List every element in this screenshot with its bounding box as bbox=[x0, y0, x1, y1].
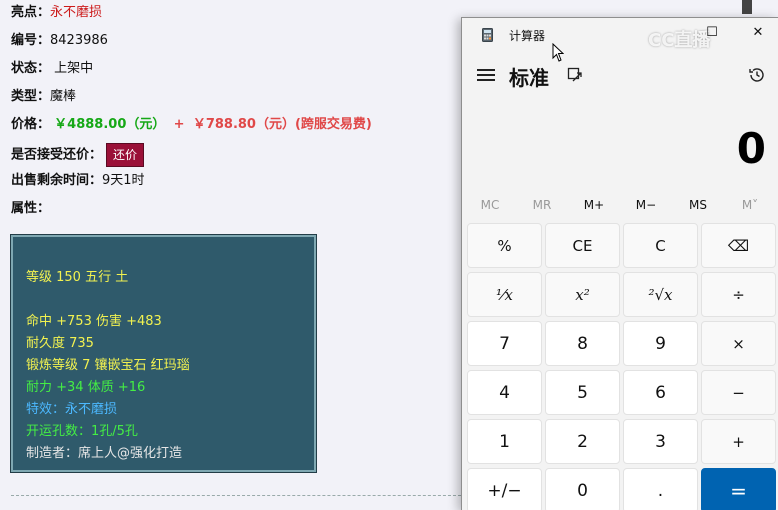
highlight-row: 亮点：永不磨损 bbox=[11, 4, 102, 22]
divide-button[interactable]: ÷ bbox=[701, 272, 776, 317]
price-main: ￥4888.00（元） bbox=[54, 117, 166, 132]
offer-button[interactable]: 还价 bbox=[106, 143, 145, 167]
memory-clear-button[interactable]: MC bbox=[468, 198, 512, 212]
type-row: 类型：魔棒 bbox=[11, 88, 76, 106]
memory-list-button[interactable]: M˅ bbox=[728, 198, 772, 212]
memory-subtract-button[interactable]: M− bbox=[624, 198, 668, 212]
price-fee: ￥788.80（元）(跨服交易费) bbox=[192, 117, 372, 132]
digit-4-button[interactable]: 4 bbox=[467, 370, 542, 415]
attr-durability: 耐久度 735 bbox=[26, 336, 94, 351]
calculator-display: 0 bbox=[736, 124, 766, 173]
status-value: 上架中 bbox=[54, 61, 94, 76]
digit-6-button[interactable]: 6 bbox=[623, 370, 698, 415]
memory-add-button[interactable]: M+ bbox=[572, 198, 616, 212]
type-value: 魔棒 bbox=[50, 89, 77, 104]
attribute-panel: 等级 150 五行 土 命中 +753 伤害 +483 耐久度 735 锻炼等级… bbox=[10, 234, 317, 473]
attr-level: 等级 150 五行 土 bbox=[26, 270, 129, 285]
minus-button[interactable]: − bbox=[701, 370, 776, 415]
attrs-label: 属性： bbox=[11, 201, 51, 216]
maximize-icon[interactable]: ☐ bbox=[702, 25, 722, 40]
keep-on-top-icon[interactable] bbox=[567, 67, 583, 83]
id-row: 编号：8423986 bbox=[11, 32, 108, 50]
square-root-label: ²√x bbox=[648, 285, 673, 304]
equals-button[interactable]: = bbox=[701, 468, 776, 510]
window-title: 计算器 bbox=[509, 29, 546, 43]
clear-entry-button[interactable]: CE bbox=[545, 223, 620, 268]
square-label: x² bbox=[575, 285, 590, 304]
highlight-value: 永不磨损 bbox=[50, 5, 103, 20]
price-label: 价格： bbox=[11, 117, 51, 132]
digit-7-button[interactable]: 7 bbox=[467, 321, 542, 366]
offer-row: 是否接受还价： 还价 bbox=[11, 143, 145, 167]
attrs-row: 属性： bbox=[11, 200, 50, 218]
percent-button[interactable]: % bbox=[467, 223, 542, 268]
status-row: 状态： 上架中 bbox=[11, 60, 93, 78]
id-label: 编号： bbox=[11, 33, 51, 48]
price-row: 价格： ￥4888.00（元） + ￥788.80（元）(跨服交易费) bbox=[11, 116, 372, 134]
remaining-value: 9天1时 bbox=[102, 173, 145, 188]
offer-label: 是否接受还价： bbox=[11, 147, 103, 163]
scrollbar-thumb[interactable] bbox=[742, 0, 752, 14]
calculator-mode-title: 标准 bbox=[509, 66, 549, 90]
divider bbox=[11, 495, 461, 496]
memory-store-button[interactable]: MS bbox=[676, 198, 720, 212]
backspace-button[interactable]: ⌫ bbox=[701, 223, 776, 268]
digit-3-button[interactable]: 3 bbox=[623, 419, 698, 464]
hamburger-menu-icon[interactable] bbox=[476, 66, 496, 86]
reciprocal-button[interactable]: ¹⁄x bbox=[467, 272, 542, 317]
remaining-label: 出售剩余时间： bbox=[11, 173, 103, 188]
calculator-app-icon bbox=[482, 28, 493, 42]
multiply-button[interactable]: × bbox=[701, 321, 776, 366]
attr-forge: 锻炼等级 7 镶嵌宝石 红玛瑙 bbox=[26, 358, 190, 373]
digit-8-button[interactable]: 8 bbox=[545, 321, 620, 366]
memory-recall-button[interactable]: MR bbox=[520, 198, 564, 212]
digit-9-button[interactable]: 9 bbox=[623, 321, 698, 366]
history-icon[interactable] bbox=[748, 66, 766, 84]
digit-0-button[interactable]: 0 bbox=[545, 468, 620, 510]
digit-5-button[interactable]: 5 bbox=[545, 370, 620, 415]
reciprocal-label: ¹⁄x bbox=[496, 285, 513, 304]
negate-button[interactable]: +/− bbox=[467, 468, 542, 510]
plus-button[interactable]: + bbox=[701, 419, 776, 464]
decimal-button[interactable]: . bbox=[623, 468, 698, 510]
digit-2-button[interactable]: 2 bbox=[545, 419, 620, 464]
type-label: 类型： bbox=[11, 89, 51, 104]
square-root-button[interactable]: ²√x bbox=[623, 272, 698, 317]
attr-effect: 特效：永不磨损 bbox=[26, 402, 118, 417]
remaining-row: 出售剩余时间：9天1时 bbox=[11, 172, 145, 190]
id-value: 8423986 bbox=[50, 33, 108, 48]
status-label: 状态： bbox=[11, 61, 51, 76]
attr-hit-damage: 命中 +753 伤害 +483 bbox=[26, 314, 162, 329]
attr-maker: 制造者：席上人@强化打造 bbox=[26, 446, 183, 461]
price-plus: + bbox=[173, 117, 185, 132]
clear-button[interactable]: C bbox=[623, 223, 698, 268]
mouse-cursor-icon bbox=[552, 43, 564, 62]
attr-stamina: 耐力 +34 体质 +16 bbox=[26, 380, 146, 395]
attr-slots: 开运孔数：1孔/5孔 bbox=[26, 424, 138, 439]
digit-1-button[interactable]: 1 bbox=[467, 419, 542, 464]
highlight-label: 亮点： bbox=[11, 5, 51, 20]
square-button[interactable]: x² bbox=[545, 272, 620, 317]
calculator-window[interactable]: 计算器 CC直播 ☐ ✕ 标准 0 MC MR M+ M− MS M˅ % CE… bbox=[461, 17, 778, 510]
close-icon[interactable]: ✕ bbox=[748, 25, 768, 40]
